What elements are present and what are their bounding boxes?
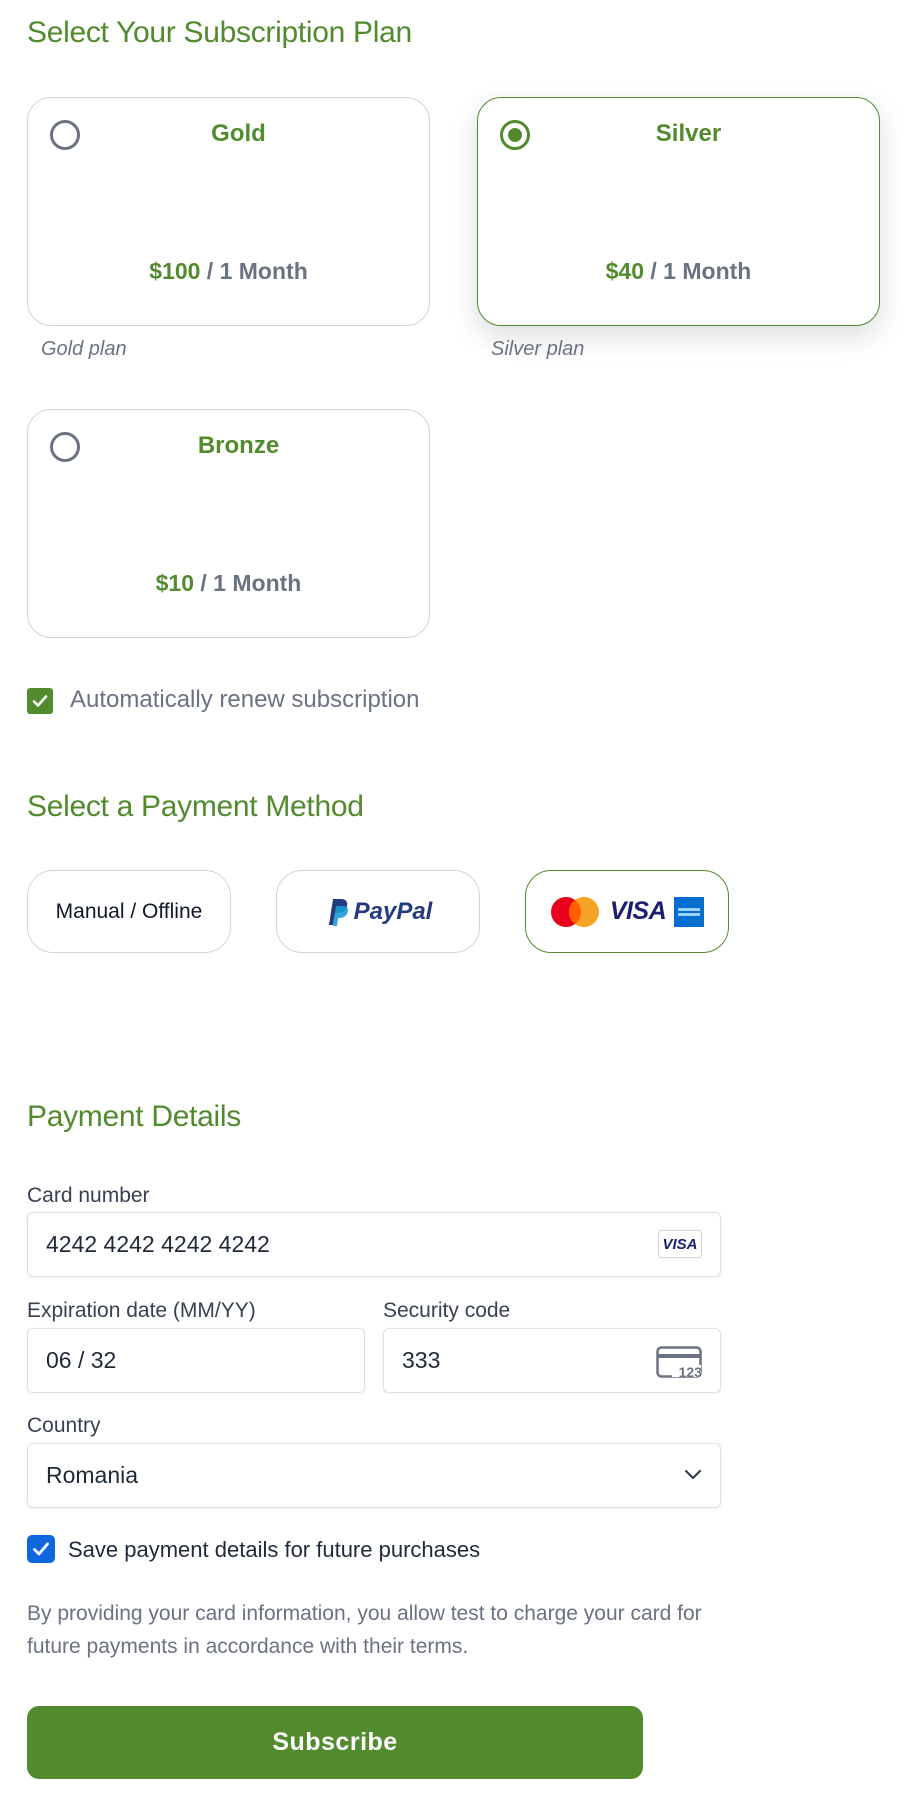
plan-amount: $40 [605,258,645,284]
visa-wordmark: VISA [609,897,667,925]
expiration-field[interactable]: 06 / 32 [27,1328,365,1393]
subscription-heading: Select Your Subscription Plan [27,16,412,49]
cvc-card-icon: 123 [656,1346,702,1380]
plan-card-bronze[interactable]: Bronze $10 / 1 Month [27,409,430,638]
auto-renew-label[interactable]: Automatically renew subscription [70,686,420,714]
plan-card-gold[interactable]: Gold $100 / 1 Month [27,97,430,326]
subscribe-button[interactable]: Subscribe [27,1706,643,1779]
amex-icon [674,896,705,927]
plan-period: / 1 Month [194,570,302,596]
save-details-checkbox[interactable] [27,1535,55,1563]
plan-price: $100 / 1 Month [28,258,429,285]
chevron-down-icon [684,1469,702,1480]
plan-period: / 1 Month [200,258,308,284]
expiration-value: 06 / 32 [46,1347,117,1373]
payment-option-manual[interactable]: Manual / Offline [27,870,231,953]
plan-name: Gold [211,120,266,147]
security-code-field[interactable]: 333 123 [383,1328,721,1393]
plan-price: $40 / 1 Month [478,258,879,285]
plan-description-silver: Silver plan [491,338,585,360]
security-code-label: Security code [383,1299,511,1322]
paypal-wordmark: PayPal [353,897,433,925]
country-value: Romania [46,1462,139,1488]
card-number-field[interactable]: 4242 4242 4242 4242 VISA [27,1212,721,1277]
terms-text: By providing your card information, you … [27,1602,702,1658]
cvc-icon-text: 123 [678,1364,702,1380]
visa-badge-icon: VISA [658,1230,702,1258]
checkmark-icon [32,695,48,707]
plan-amount: $100 [149,258,201,284]
auto-renew-checkbox[interactable] [27,688,53,714]
mastercard-icon [550,896,599,927]
save-details-label[interactable]: Save payment details for future purchase… [68,1537,480,1563]
card-number-label: Card number [27,1184,150,1207]
payment-option-card[interactable]: VISA [525,870,729,953]
plan-amount: $10 [155,570,195,596]
plan-card-silver[interactable]: Silver $40 / 1 Month [477,97,880,326]
country-select[interactable]: Romania [27,1443,721,1508]
security-code-value: 333 [402,1347,441,1373]
plan-price: $10 / 1 Month [28,570,429,597]
payment-method-heading: Select a Payment Method [27,790,364,823]
plan-period: / 1 Month [644,258,752,284]
paypal-icon [328,898,348,926]
card-number-value: 4242 4242 4242 4242 [46,1231,270,1257]
payment-option-label: Manual / Offline [55,899,203,923]
plan-name: Silver [655,120,722,147]
checkmark-icon [33,1542,49,1556]
plan-description-gold: Gold plan [41,338,127,360]
country-label: Country [27,1414,101,1437]
plan-name: Bronze [197,432,280,459]
payment-option-paypal[interactable]: PayPal [276,870,480,953]
expiration-label: Expiration date (MM/YY) [27,1299,256,1322]
payment-details-heading: Payment Details [27,1100,241,1133]
